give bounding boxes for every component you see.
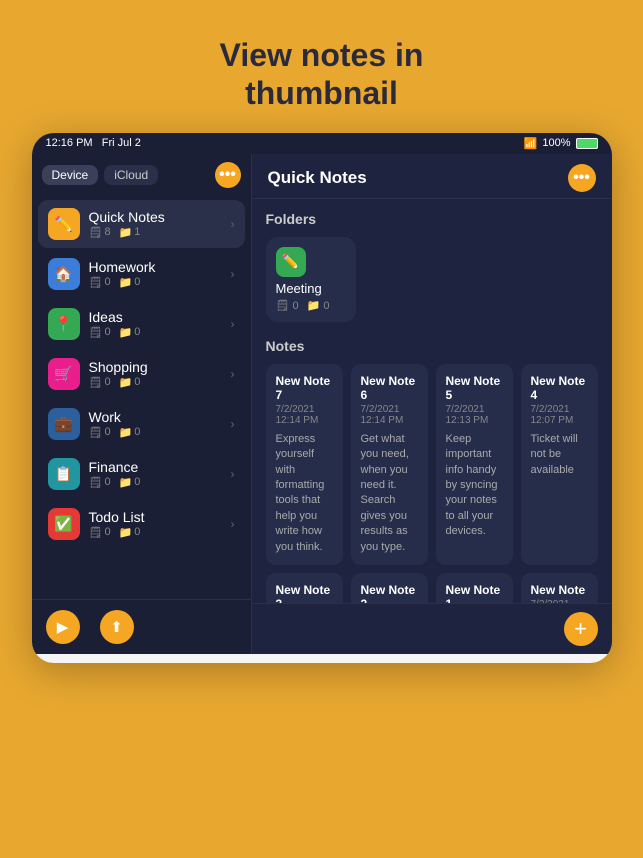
note-title-4: New Note 3	[276, 583, 333, 603]
note-card-1[interactable]: New Note 6 7/2/2021 12:14 PM Get what yo…	[351, 364, 428, 565]
todo-meta: 🗒 0 📁 0	[89, 526, 222, 539]
folders-row: ✏️ Meeting 🗒 0 📁 0	[266, 237, 598, 322]
note-date-3: 7/2/2021 12:07 PM	[531, 404, 588, 426]
note-card-4[interactable]: New Note 3 7/2/2021 12:06 PM Meeting sch…	[266, 573, 343, 603]
shopping-label: Shopping	[89, 359, 222, 375]
work-icon: 💼	[48, 408, 80, 440]
add-note-button[interactable]: +	[564, 612, 598, 646]
app-container: Device iCloud ••• ✏️ Quick Notes 🗒 8 📁 1	[32, 154, 612, 654]
note-preview-1: Get what you need, when you need it. Sea…	[361, 432, 418, 555]
note-card-7[interactable]: New Note 7/2/2021 12:06 PM The first one…	[521, 573, 598, 603]
note-preview-0: Express yourself with formatting tools t…	[276, 432, 333, 555]
ideas-label: Ideas	[89, 309, 222, 325]
folder-meeting-meta: 🗒 0 📁 0	[276, 299, 330, 312]
homework-label: Homework	[89, 259, 222, 275]
note-date-1: 7/2/2021 12:14 PM	[361, 404, 418, 426]
chevron-icon: ›	[231, 217, 235, 231]
quick-notes-label: Quick Notes	[89, 209, 222, 225]
homework-meta: 🗒 0 📁 0	[89, 276, 222, 289]
wifi-icon: 📶	[524, 137, 538, 150]
note-date-2: 7/2/2021 12:13 PM	[446, 404, 503, 426]
sidebar-item-ideas[interactable]: 📍 Ideas 🗒 0 📁 0 ›	[38, 300, 245, 348]
note-preview-2: Keep important info handy by syncing you…	[446, 432, 503, 540]
note-title-5: New Note 2	[361, 583, 418, 603]
note-card-0[interactable]: New Note 7 7/2/2021 12:14 PM Express you…	[266, 364, 343, 565]
main-footer: +	[252, 603, 612, 654]
note-card-6[interactable]: New Note 1 7/2/2021 12:06 PM Really grea…	[436, 573, 513, 603]
shopping-icon: 🛒	[48, 358, 80, 390]
status-time: 12:16 PM Fri Jul 2	[46, 137, 141, 149]
tab-device[interactable]: Device	[42, 165, 99, 185]
sidebar-more-button[interactable]: •••	[215, 162, 241, 188]
todo-icon: ✅	[48, 508, 80, 540]
note-preview-3: Ticket will not be available	[531, 432, 588, 478]
sidebar-item-quick-notes[interactable]: ✏️ Quick Notes 🗒 8 📁 1 ›	[38, 200, 245, 248]
page-title: View notes in thumbnail	[220, 36, 424, 113]
note-card-3[interactable]: New Note 4 7/2/2021 12:07 PM Ticket will…	[521, 364, 598, 565]
ideas-meta: 🗒 0 📁 0	[89, 326, 222, 339]
work-label: Work	[89, 409, 222, 425]
notes-section-label: Notes	[266, 338, 598, 354]
battery-icon	[576, 138, 598, 149]
sidebar-item-shopping[interactable]: 🛒 Shopping 🗒 0 📁 0 ›	[38, 350, 245, 398]
sidebar-items-list: ✏️ Quick Notes 🗒 8 📁 1 › 🏠 Homework	[32, 194, 251, 599]
main-more-button[interactable]: •••	[568, 164, 596, 192]
sidebar-footer: ▶ ⬆	[32, 599, 251, 654]
chevron-icon: ›	[231, 367, 235, 381]
shopping-meta: 🗒 0 📁 0	[89, 376, 222, 389]
note-date-0: 7/2/2021 12:14 PM	[276, 404, 333, 426]
chevron-icon: ›	[231, 267, 235, 281]
note-title-7: New Note	[531, 583, 588, 597]
note-title-0: New Note 7	[276, 374, 333, 402]
folder-meeting-name: Meeting	[276, 281, 322, 296]
chevron-icon: ›	[231, 317, 235, 331]
note-title-6: New Note 1	[446, 583, 503, 603]
chevron-icon: ›	[231, 467, 235, 481]
main-body: Folders ✏️ Meeting 🗒 0 📁 0 Notes	[252, 199, 612, 603]
finance-meta: 🗒 0 📁 0	[89, 476, 222, 489]
sidebar-item-finance[interactable]: 📋 Finance 🗒 0 📁 0 ›	[38, 450, 245, 498]
ideas-icon: 📍	[48, 308, 80, 340]
chevron-icon: ›	[231, 517, 235, 531]
main-header: Quick Notes •••	[252, 154, 612, 199]
quick-notes-meta: 🗒 8 📁 1	[89, 226, 222, 239]
tab-icloud[interactable]: iCloud	[104, 165, 158, 185]
note-title-3: New Note 4	[531, 374, 588, 402]
sidebar-item-work[interactable]: 💼 Work 🗒 0 📁 0 ›	[38, 400, 245, 448]
sidebar-item-homework[interactable]: 🏠 Homework 🗒 0 📁 0 ›	[38, 250, 245, 298]
finance-label: Finance	[89, 459, 222, 475]
device-frame: 12:16 PM Fri Jul 2 📶 100% Device iCloud …	[32, 133, 612, 663]
status-bar: 12:16 PM Fri Jul 2 📶 100%	[32, 133, 612, 154]
sidebar-tabs: Device iCloud •••	[32, 154, 251, 194]
finance-icon: 📋	[48, 458, 80, 490]
folders-section-label: Folders	[266, 211, 598, 227]
folder-card-meeting[interactable]: ✏️ Meeting 🗒 0 📁 0	[266, 237, 356, 322]
quick-notes-icon: ✏️	[48, 208, 80, 240]
sidebar-item-todo[interactable]: ✅ Todo List 🗒 0 📁 0 ›	[38, 500, 245, 548]
todo-label: Todo List	[89, 509, 222, 525]
chevron-icon: ›	[231, 417, 235, 431]
note-card-2[interactable]: New Note 5 7/2/2021 12:13 PM Keep import…	[436, 364, 513, 565]
notes-grid: New Note 7 7/2/2021 12:14 PM Express you…	[266, 364, 598, 603]
play-button[interactable]: ▶	[46, 610, 80, 644]
work-meta: 🗒 0 📁 0	[89, 426, 222, 439]
note-title-2: New Note 5	[446, 374, 503, 402]
note-card-5[interactable]: New Note 2 7/2/2021 12:06 PM I'm going t…	[351, 573, 428, 603]
folder-meeting-icon: ✏️	[276, 247, 306, 277]
battery-percent: 100%	[542, 137, 570, 149]
note-title-1: New Note 6	[361, 374, 418, 402]
main-content: Quick Notes ••• Folders ✏️ Meeting 🗒 0 📁…	[252, 154, 612, 654]
export-button[interactable]: ⬆	[100, 610, 134, 644]
main-title: Quick Notes	[268, 168, 367, 188]
homework-icon: 🏠	[48, 258, 80, 290]
sidebar: Device iCloud ••• ✏️ Quick Notes 🗒 8 📁 1	[32, 154, 252, 654]
